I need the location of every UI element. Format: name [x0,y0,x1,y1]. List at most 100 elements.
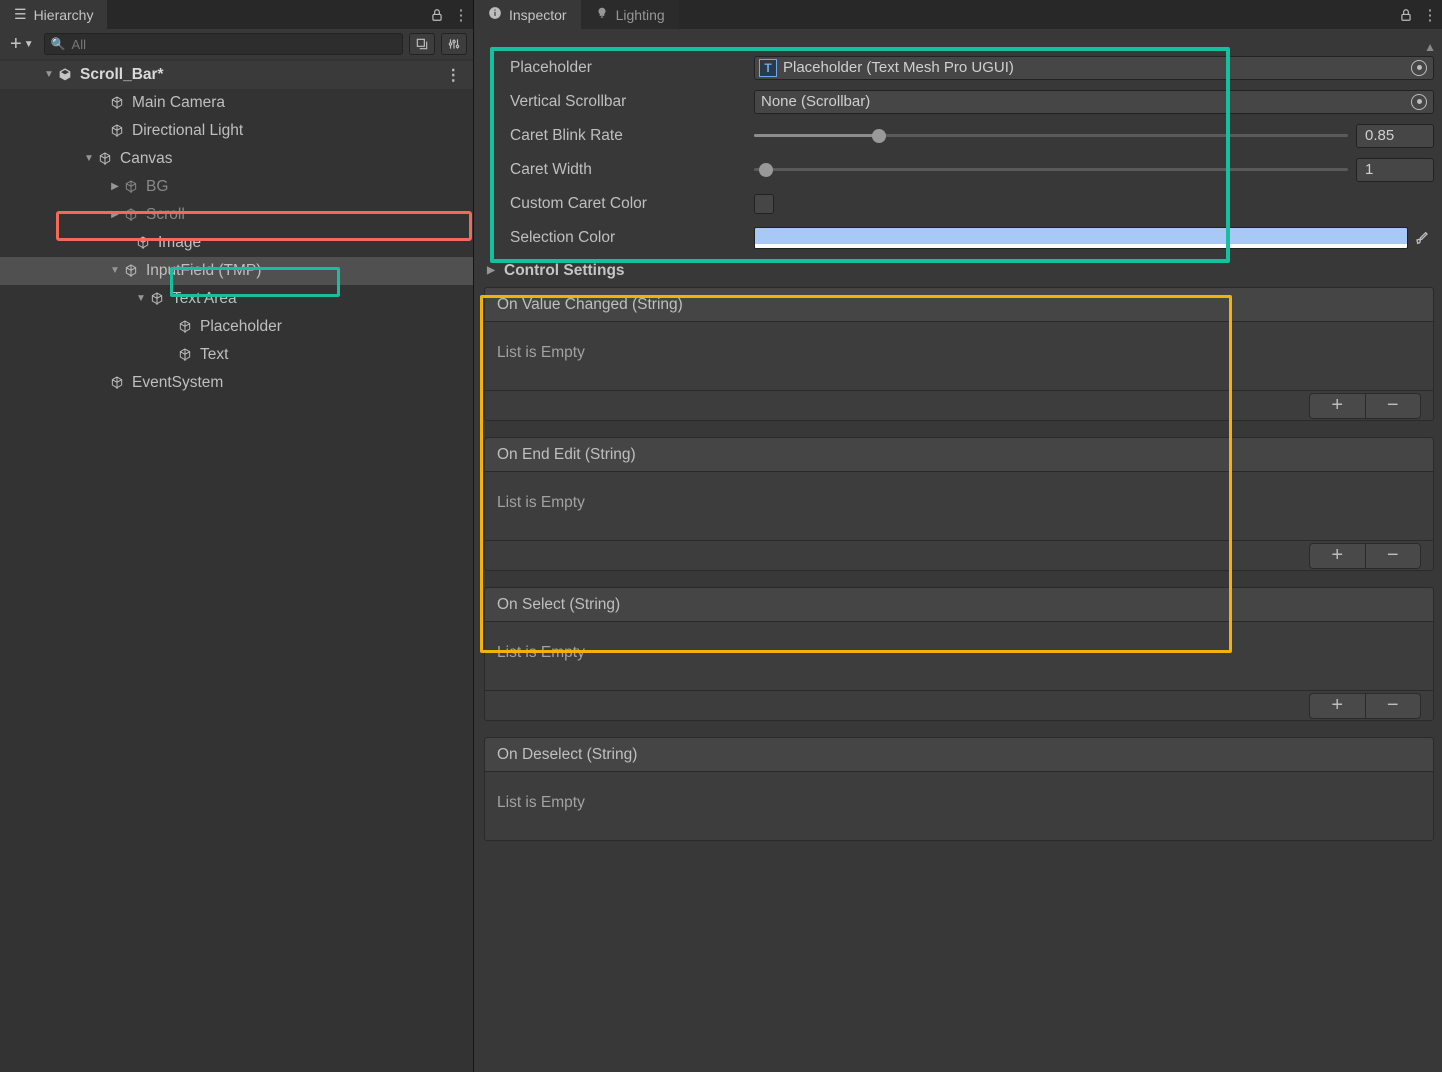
chevron-right-icon[interactable]: ▶ [484,265,498,276]
gameobject-icon [108,94,126,112]
tree-item-placeholder[interactable]: Placeholder [0,313,473,341]
add-event-button[interactable]: + [1310,544,1365,567]
chevron-down-icon[interactable]: ▼ [108,265,122,276]
scene-row[interactable]: ▼ Scroll_Bar* ⋮ [0,61,473,89]
chevron-right-icon[interactable]: ▶ [108,209,122,220]
checkbox-custom-caret-color[interactable] [754,194,774,214]
tree-label: Image [158,234,201,252]
event-on-select: On Select (String) List is Empty +− [484,587,1434,721]
lock-icon[interactable] [1394,3,1418,27]
search-icon: 🔍 [51,37,66,51]
hierarchy-tab-label: Hierarchy [34,7,94,23]
tree-label: Text [200,346,228,364]
event-header: On End Edit (String) [485,438,1433,472]
prop-label: Caret Blink Rate [484,127,754,145]
search-input[interactable]: 🔍 All [44,33,403,55]
inspector-tab-label: Inspector [509,7,567,23]
tree-label: Canvas [120,150,173,168]
tree-item-input-field[interactable]: ▼ InputField (TMP) [0,257,473,285]
prop-label: Vertical Scrollbar [484,93,754,111]
expand-icon[interactable] [409,33,435,55]
hierarchy-toolbar: +▼ 🔍 All [0,29,473,59]
prop-placeholder: Placeholder T Placeholder (Text Mesh Pro… [484,55,1434,80]
section-label: Control Settings [504,262,625,280]
gameobject-icon [96,150,114,168]
scene-name: Scroll_Bar* [80,66,164,84]
tree-item-directional-light[interactable]: Directional Light [0,117,473,145]
search-placeholder: All [72,37,86,52]
kebab-menu-icon[interactable]: ⋮ [446,66,462,85]
slider-caret-blink[interactable] [754,134,1348,137]
object-picker-icon[interactable] [1411,60,1427,76]
prop-custom-caret-color: Custom Caret Color [484,191,1434,216]
object-picker-icon[interactable] [1411,94,1427,110]
add-button[interactable]: +▼ [6,33,38,56]
color-field-selection[interactable] [754,227,1408,249]
object-field-placeholder[interactable]: T Placeholder (Text Mesh Pro UGUI) [754,56,1434,80]
tree-label: Placeholder [200,318,282,336]
inspector-panel: Inspector Lighting ⋮ ▲ Placeholder T Pl [474,0,1442,1072]
section-control-settings[interactable]: ▶ Control Settings [484,259,1434,283]
tree-item-text[interactable]: Text [0,341,473,369]
lighting-tab-label: Lighting [616,7,665,23]
event-empty-text: List is Empty [485,472,1433,540]
gameobject-icon [148,290,166,308]
info-icon [488,6,502,23]
hierarchy-panel: ☰ Hierarchy ⋮ +▼ 🔍 All ▼ [0,0,474,1072]
add-event-button[interactable]: + [1310,694,1365,717]
tree-item-scroll[interactable]: ▶ Scroll [0,201,473,229]
add-event-button[interactable]: + [1310,394,1365,417]
tree-item-text-area[interactable]: ▼ Text Area [0,285,473,313]
prop-label: Selection Color [484,229,754,247]
slider-thumb[interactable] [759,163,773,177]
number-input-caret-blink[interactable]: 0.85 [1356,124,1434,148]
event-on-deselect: On Deselect (String) List is Empty [484,737,1434,841]
prop-selection-color: Selection Color [484,225,1434,250]
lightbulb-icon [595,6,609,23]
inspector-tab-bar: Inspector Lighting ⋮ [474,0,1442,29]
tree-item-bg[interactable]: ▶ BG [0,173,473,201]
object-field-vscroll[interactable]: None (Scrollbar) [754,90,1434,114]
gameobject-icon [134,234,152,252]
chevron-right-icon[interactable]: ▶ [108,181,122,192]
text-type-icon: T [759,59,777,77]
prop-label: Placeholder [484,59,754,77]
event-on-end-edit: On End Edit (String) List is Empty +− [484,437,1434,571]
remove-event-button[interactable]: − [1366,394,1421,417]
event-empty-text: List is Empty [485,322,1433,390]
tree-item-canvas[interactable]: ▼ Canvas [0,145,473,173]
prop-label: Caret Width [484,161,754,179]
tree-label: Directional Light [132,122,243,140]
hierarchy-tab[interactable]: ☰ Hierarchy [0,0,107,29]
kebab-menu-icon[interactable]: ⋮ [1418,3,1442,27]
gameobject-icon [108,122,126,140]
inspector-tab[interactable]: Inspector [474,0,581,29]
tree-label: EventSystem [132,374,223,392]
prop-caret-width: Caret Width 1 [484,157,1434,182]
tree-item-image[interactable]: Image [0,229,473,257]
tree-item-event-system[interactable]: EventSystem [0,369,473,397]
tree-label: Text Area [172,290,237,308]
slider-caret-width[interactable] [754,168,1348,171]
event-empty-text: List is Empty [485,772,1433,840]
kebab-menu-icon[interactable]: ⋮ [449,3,473,27]
gameobject-icon [108,374,126,392]
hierarchy-tab-bar: ☰ Hierarchy ⋮ [0,0,473,29]
unity-icon [56,66,74,84]
filter-icon[interactable] [441,33,467,55]
lighting-tab[interactable]: Lighting [581,0,679,29]
list-icon: ☰ [14,6,27,23]
chevron-down-icon[interactable]: ▼ [42,69,56,80]
remove-event-button[interactable]: − [1366,544,1421,567]
slider-thumb[interactable] [872,129,886,143]
chevron-down-icon[interactable]: ▼ [82,153,96,164]
event-on-value-changed: On Value Changed (String) List is Empty … [484,287,1434,421]
number-input-caret-width[interactable]: 1 [1356,158,1434,182]
lock-icon[interactable] [425,3,449,27]
prop-vertical-scrollbar: Vertical Scrollbar None (Scrollbar) [484,89,1434,114]
remove-event-button[interactable]: − [1366,694,1421,717]
eyedropper-icon[interactable] [1412,227,1434,249]
chevron-down-icon[interactable]: ▼ [134,293,148,304]
tree-item-main-camera[interactable]: Main Camera [0,89,473,117]
inspector-body: Placeholder T Placeholder (Text Mesh Pro… [474,29,1442,1072]
